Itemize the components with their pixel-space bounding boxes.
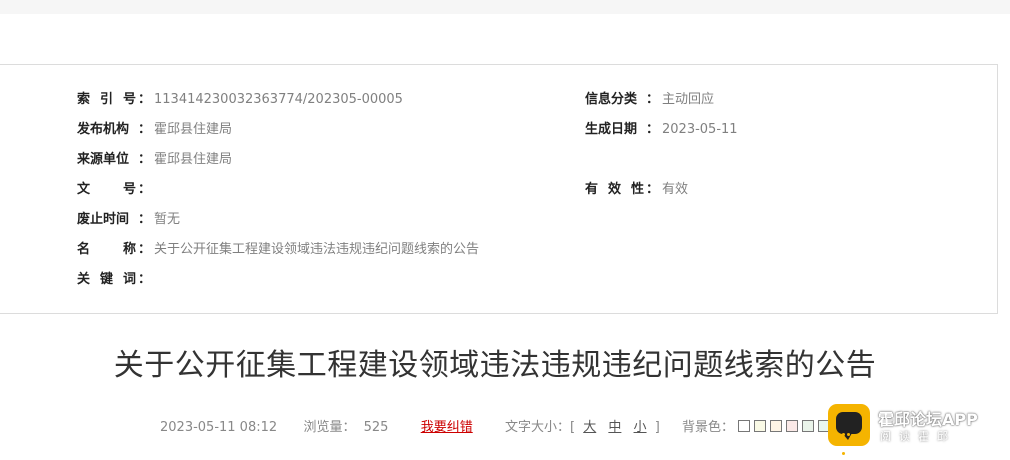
- font-size-label: 文字大小：[: [505, 420, 576, 435]
- colon: ：: [138, 242, 152, 257]
- doc-number-row: 文 号：: [77, 180, 154, 200]
- publisher-value: 霍邱县住建局: [154, 122, 233, 137]
- top-bar: [0, 0, 1010, 14]
- source-value: 霍邱县住建局: [154, 152, 233, 167]
- date-label: 生成日期: [585, 122, 638, 137]
- bg-color-swatch[interactable]: [754, 420, 767, 432]
- category-row: 信息分类 ：主动回应: [585, 90, 714, 110]
- app-name: 霍邱论坛APP: [878, 410, 978, 429]
- colon: ：: [138, 182, 152, 197]
- date-row: 生成日期 ： 2023-05-11: [585, 120, 738, 140]
- views-label: 浏览量：: [303, 420, 356, 435]
- font-medium-button[interactable]: 中: [604, 418, 625, 438]
- validity-row: 有 效 性：有效: [585, 180, 688, 200]
- name-row: 名 称：关于公开征集工程建设领域违法违规违纪问题线索的公告: [77, 240, 479, 260]
- views-count: 525: [363, 420, 389, 435]
- document-info-panel: 索 引 号： 113414230032363774/202305-00005 发布…: [0, 64, 998, 314]
- index-number-value: 113414230032363774/202305-00005: [154, 92, 403, 107]
- index-number-row: 索 引 号： 113414230032363774/202305-00005: [77, 90, 403, 110]
- index-number-label: 索 引 号: [77, 92, 136, 107]
- publish-datetime: 2023-05-11 08:12: [160, 420, 278, 435]
- colon: ：: [646, 182, 660, 197]
- colon: ：: [646, 92, 660, 107]
- colon: ：: [138, 152, 152, 167]
- validity-label: 有 效 性: [585, 182, 644, 197]
- bg-color-label: 背景色：: [682, 420, 735, 435]
- source-row: 来源单位 ：霍邱县住建局: [77, 150, 232, 170]
- expire-row: 废止时间 ：暂无: [77, 210, 180, 230]
- article-title: 关于公开征集工程建设领域违法违规违纪问题线索的公告: [113, 348, 877, 383]
- forum-app-badge[interactable]: 霍邱论坛APP 阅读霍邱: [828, 402, 1010, 455]
- publisher-label: 发布机构: [77, 122, 130, 137]
- colon: ：: [138, 212, 152, 227]
- keywords-row: 关 键 词：: [77, 270, 154, 290]
- colon: ：: [138, 92, 152, 107]
- app-tagline: 阅读霍邱: [880, 430, 956, 443]
- bg-color-swatch[interactable]: [802, 420, 815, 432]
- article-meta-bar: 2023-05-11 08:12 浏览量： 525 我要纠错 文字大小：[ 大 …: [160, 418, 866, 438]
- keywords-label: 关 键 词: [77, 272, 136, 287]
- report-error-link[interactable]: 我要纠错: [421, 418, 473, 438]
- publisher-row: 发布机构 ：霍邱县住建局: [77, 120, 232, 140]
- date-value: 2023-05-11: [662, 122, 738, 137]
- expire-value: 暂无: [154, 212, 181, 227]
- category-label: 信息分类: [585, 92, 638, 107]
- colon: ：: [138, 122, 152, 137]
- validity-value: 有效: [662, 182, 689, 197]
- bg-color-swatch[interactable]: [770, 420, 783, 432]
- colon: ：: [138, 272, 152, 287]
- doc-number-label: 文 号: [77, 182, 136, 197]
- bg-color-swatch[interactable]: [738, 420, 751, 432]
- chat-bubble-icon: [828, 404, 870, 455]
- name-value: 关于公开征集工程建设领域违法违规违纪问题线索的公告: [154, 242, 480, 257]
- font-small-button[interactable]: 小: [630, 418, 651, 438]
- name-label: 名 称: [77, 242, 136, 257]
- category-value: 主动回应: [662, 92, 715, 107]
- source-label: 来源单位: [77, 152, 130, 167]
- expire-label: 废止时间: [77, 212, 130, 227]
- font-large-button[interactable]: 大: [579, 418, 600, 438]
- colon: ：: [646, 122, 660, 137]
- bg-color-swatch[interactable]: [786, 420, 799, 432]
- font-size-end: ]: [654, 420, 660, 435]
